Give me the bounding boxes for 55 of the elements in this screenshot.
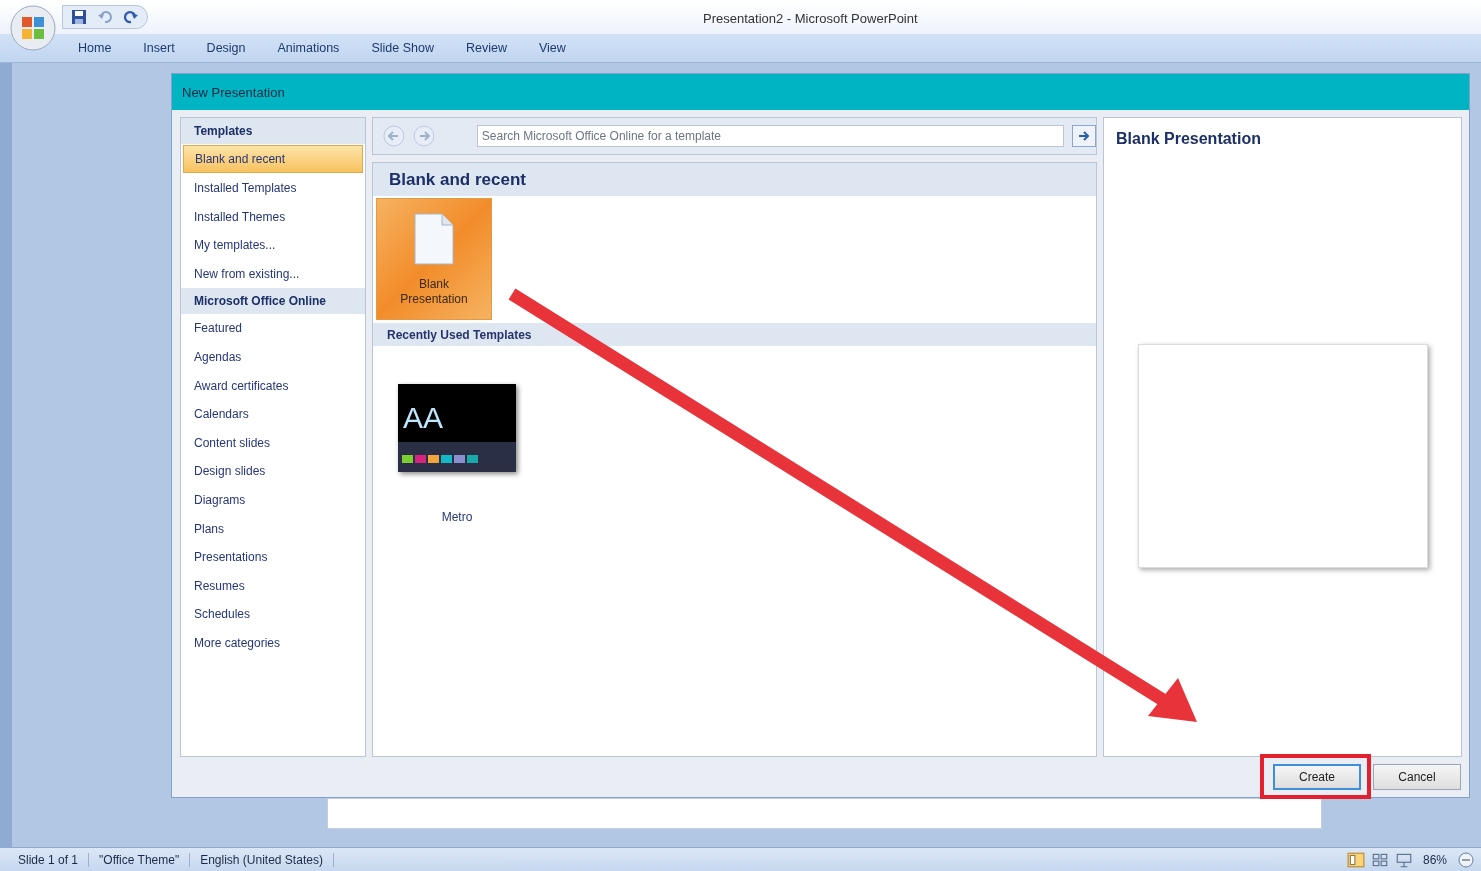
sidebar-item[interactable]: Presentations bbox=[181, 543, 365, 572]
section-title: Blank and recent bbox=[389, 169, 526, 190]
ribbon-tab[interactable]: Animations bbox=[263, 37, 354, 59]
dialog-button[interactable]: Create bbox=[1273, 764, 1361, 790]
search-field[interactable]: Search Microsoft Office Online for a template bbox=[476, 125, 1065, 147]
sidebar-item[interactable]: Award certificates bbox=[181, 371, 365, 401]
sidebar-item[interactable]: Schedules bbox=[181, 600, 365, 629]
ribbon-tab[interactable]: Home bbox=[64, 37, 126, 59]
sidebar-item[interactable]: My templates... bbox=[181, 231, 365, 260]
sidebar-heading: Templates bbox=[181, 118, 365, 144]
zoom-out-icon[interactable] bbox=[1457, 851, 1475, 868]
forward-icon[interactable] bbox=[412, 125, 435, 147]
sidebar-item[interactable]: Agendas bbox=[181, 342, 365, 372]
sidebar-item[interactable]: Resumes bbox=[181, 571, 365, 601]
office-button[interactable] bbox=[10, 5, 56, 51]
sidebar-item[interactable]: More categories bbox=[181, 628, 365, 658]
status-item: English (United States) bbox=[190, 852, 334, 867]
sidebar-item[interactable]: Calendars bbox=[181, 400, 365, 429]
blank-presentation-tile[interactable]: Blank Presentation bbox=[376, 198, 492, 320]
undo-icon[interactable] bbox=[97, 9, 113, 25]
sidebar-item[interactable]: Content slides bbox=[181, 428, 365, 458]
sidebar-item[interactable]: Featured bbox=[181, 314, 365, 343]
back-icon[interactable] bbox=[383, 125, 405, 147]
sidebar-item[interactable]: Plans bbox=[181, 514, 365, 544]
zoom-level[interactable]: 86% bbox=[1422, 852, 1447, 867]
status-item: "Office Theme" bbox=[89, 852, 191, 867]
normal-view-icon[interactable] bbox=[1346, 851, 1365, 868]
ribbon-tab[interactable]: Slide Show bbox=[357, 37, 448, 59]
window-title: Presentation2 - Microsoft PowerPoint bbox=[703, 11, 918, 26]
template-name: Metro bbox=[441, 510, 473, 524]
sidebar-item[interactable]: Diagrams bbox=[181, 485, 365, 515]
sidebar-item[interactable]: Installed Templates bbox=[181, 174, 365, 203]
sidebar-item[interactable]: Blank and recent bbox=[183, 145, 363, 173]
tile-label: Blank Presentation bbox=[399, 277, 469, 307]
arrow-right-icon bbox=[1077, 129, 1092, 143]
status-item: Slide 1 of 1 bbox=[8, 852, 90, 867]
preview-title: Blank Presentation bbox=[1116, 130, 1262, 148]
dialog-title: New Presentation bbox=[182, 84, 285, 100]
ribbon-tab[interactable]: Design bbox=[192, 37, 260, 59]
dialog-button[interactable]: Cancel bbox=[1373, 764, 1461, 790]
redo-icon[interactable] bbox=[123, 9, 139, 25]
subsection-title: Recently Used Templates bbox=[387, 327, 532, 342]
slideshow-icon[interactable] bbox=[1394, 851, 1413, 868]
ribbon-tab[interactable]: Review bbox=[451, 37, 521, 59]
sidebar-item[interactable]: Installed Themes bbox=[181, 202, 365, 232]
sidebar-item[interactable]: Design slides bbox=[181, 457, 365, 486]
document-icon bbox=[414, 213, 454, 265]
grid-view-icon[interactable] bbox=[1370, 851, 1389, 868]
save-icon[interactable] bbox=[71, 9, 87, 25]
sidebar-heading: Microsoft Office Online bbox=[181, 288, 365, 315]
ribbon-tab[interactable]: Insert bbox=[129, 37, 189, 59]
ribbon-tab[interactable]: View bbox=[524, 37, 580, 59]
sidebar-item[interactable]: New from existing... bbox=[181, 259, 365, 289]
search-button[interactable] bbox=[1072, 125, 1096, 147]
template-thumbnail[interactable]: AA bbox=[398, 384, 516, 472]
